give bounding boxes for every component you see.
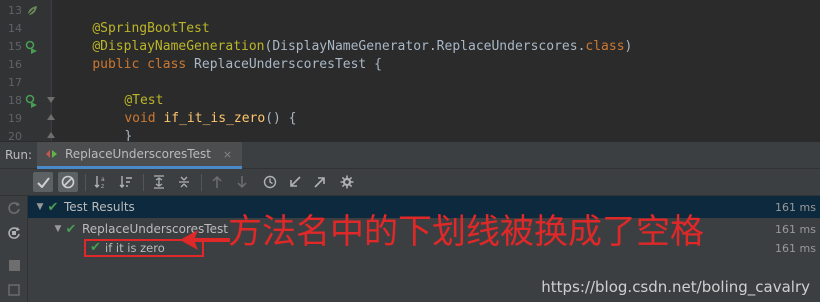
- fold-marker-icon[interactable]: [47, 96, 55, 104]
- line-number: 17: [8, 76, 22, 89]
- stop-icon[interactable]: [4, 255, 24, 275]
- line-number: 19: [8, 112, 22, 125]
- run-label: Run:: [5, 148, 33, 162]
- code-text: ): [624, 39, 633, 54]
- expand-all-icon[interactable]: [149, 172, 169, 192]
- line-number: 16: [8, 58, 22, 71]
- run-config-icon: [46, 150, 57, 158]
- tree-node-label: if it is zero: [105, 241, 165, 255]
- run-tool-window-header: Run: ReplaceUnderscoresTest ×: [0, 141, 820, 169]
- line-number: 15: [8, 40, 22, 53]
- run-test-class-icon[interactable]: [25, 40, 39, 54]
- test-passed-icon: ✔: [65, 221, 77, 237]
- sort-by-duration-icon[interactable]: [116, 172, 136, 192]
- fold-marker-icon[interactable]: [47, 131, 55, 139]
- editor-gutter: 13 14 15 16 17 18 19 20: [0, 0, 55, 143]
- line-number: 13: [8, 4, 22, 17]
- watermark: https://blog.csdn.net/boling_cavalry: [541, 278, 810, 296]
- code-text: () {: [265, 111, 297, 126]
- line-number: 18: [8, 94, 22, 107]
- test-history-icon[interactable]: [260, 172, 280, 192]
- annotation-callout: 方法名中的下划线被换成了空格: [228, 212, 704, 252]
- toolbar-separator: [201, 174, 202, 191]
- sort-alphabetically-icon[interactable]: az: [91, 172, 111, 192]
- chevron-down-icon[interactable]: ▼: [52, 224, 64, 234]
- code-text: ReplaceUnderscoresTest {: [186, 57, 382, 72]
- dump-threads-icon[interactable]: [4, 280, 24, 300]
- svg-text:z: z: [101, 183, 104, 189]
- run-tab[interactable]: ReplaceUnderscoresTest ×: [37, 142, 243, 169]
- code-editor[interactable]: 13 14 15 16 17 18 19 20 @SpringBootTest …: [0, 0, 820, 162]
- test-duration: 161 ms: [775, 222, 816, 236]
- line-number: 14: [8, 22, 22, 35]
- rerun-failed-icon[interactable]: [4, 198, 24, 218]
- code-keyword: class: [585, 39, 625, 54]
- show-passed-toggle[interactable]: [33, 172, 53, 192]
- spring-bean-icon[interactable]: [25, 4, 39, 18]
- settings-gear-icon[interactable]: [337, 172, 357, 192]
- run-test-method-icon[interactable]: [25, 94, 39, 108]
- import-tests-icon[interactable]: [285, 172, 305, 192]
- test-duration: 161 ms: [775, 241, 816, 255]
- code-keyword: public class: [92, 57, 187, 72]
- export-tests-icon[interactable]: [310, 172, 330, 192]
- chevron-down-icon[interactable]: ▼: [34, 202, 46, 212]
- tree-node-label: Test Results: [64, 200, 135, 214]
- checkmark-icon: [36, 176, 50, 188]
- test-duration: 161 ms: [775, 200, 816, 214]
- fold-marker-icon[interactable]: [47, 113, 55, 121]
- collapse-all-icon[interactable]: [174, 172, 194, 192]
- code-method-name: if_it_is_zero: [163, 111, 266, 126]
- toggle-auto-test-icon[interactable]: [4, 223, 24, 243]
- test-passed-icon: ✔: [90, 240, 101, 255]
- toolbar-separator: [143, 174, 144, 191]
- test-passed-icon: ✔: [47, 199, 59, 215]
- svg-text:a: a: [101, 176, 105, 183]
- show-ignored-toggle[interactable]: [58, 172, 78, 192]
- close-icon[interactable]: ×: [223, 148, 232, 161]
- callout-arrow-icon: [180, 230, 230, 250]
- ignored-icon: [61, 175, 75, 189]
- test-runner-toolbar: az: [0, 169, 820, 196]
- run-tab-label: ReplaceUnderscoresTest: [65, 147, 211, 161]
- toolbar-separator: [85, 174, 86, 191]
- previous-failed-icon[interactable]: [207, 172, 227, 192]
- next-failed-icon[interactable]: [232, 172, 252, 192]
